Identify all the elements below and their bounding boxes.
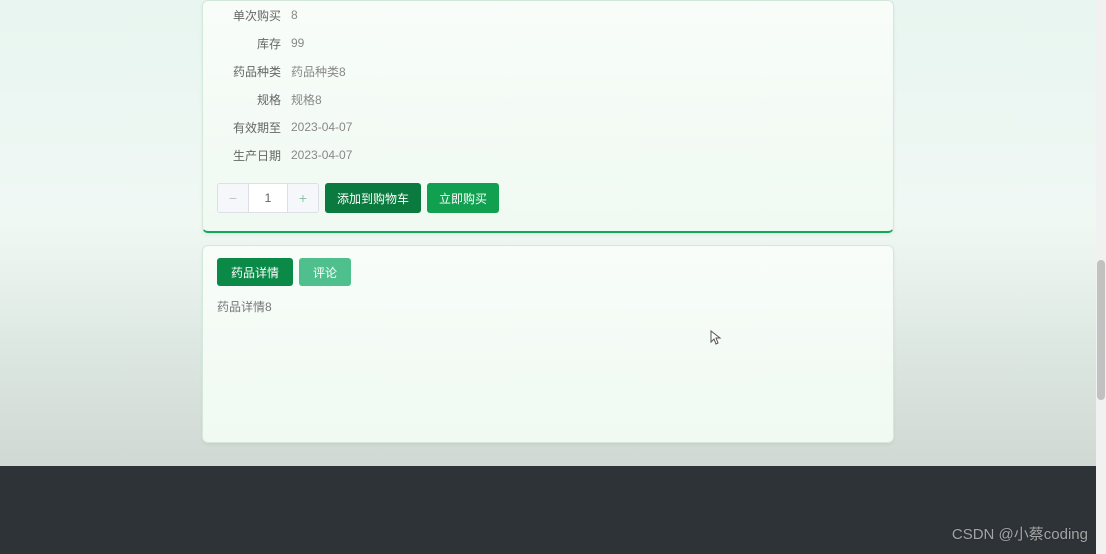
detail-label: 规格: [217, 91, 291, 108]
detail-label: 库存: [217, 35, 291, 52]
tab-detail[interactable]: 药品详情: [217, 258, 293, 286]
product-detail-card: 单次购买 8 库存 99 药品种类 药品种类8 规格 规格8 有效期至 2023…: [202, 0, 894, 233]
quantity-stepper: − +: [217, 183, 319, 213]
watermark: CSDN @小蔡coding: [952, 523, 1088, 544]
page-footer: [0, 466, 1097, 554]
tabs: 药品详情 评论: [217, 258, 879, 286]
scrollbar-track[interactable]: [1096, 0, 1106, 554]
tab-content-detail: 药品详情8: [217, 298, 879, 315]
stepper-increase-button[interactable]: +: [288, 183, 318, 213]
detail-value: 规格8: [291, 91, 879, 108]
detail-row: 规格 规格8: [217, 85, 879, 113]
scrollbar-thumb[interactable]: [1097, 260, 1105, 400]
detail-row: 单次购买 8: [217, 1, 879, 29]
tab-review[interactable]: 评论: [299, 258, 351, 286]
purchase-controls: − + 添加到购物车 立即购买: [217, 183, 879, 213]
quantity-input[interactable]: [248, 183, 288, 213]
detail-value: 2023-04-07: [291, 120, 879, 134]
detail-value: 8: [291, 8, 879, 22]
stepper-decrease-button[interactable]: −: [218, 183, 248, 213]
detail-row: 药品种类 药品种类8: [217, 57, 879, 85]
detail-value: 2023-04-07: [291, 148, 879, 162]
buy-now-button[interactable]: 立即购买: [427, 183, 499, 213]
add-to-cart-button[interactable]: 添加到购物车: [325, 183, 421, 213]
detail-label: 生产日期: [217, 147, 291, 164]
detail-label: 单次购买: [217, 7, 291, 24]
detail-row: 库存 99: [217, 29, 879, 57]
detail-label: 有效期至: [217, 119, 291, 136]
detail-label: 药品种类: [217, 63, 291, 80]
detail-row: 生产日期 2023-04-07: [217, 141, 879, 169]
minus-icon: −: [229, 190, 237, 206]
plus-icon: +: [299, 190, 307, 206]
detail-value: 99: [291, 36, 879, 50]
detail-value: 药品种类8: [291, 63, 879, 80]
detail-row: 有效期至 2023-04-07: [217, 113, 879, 141]
product-tabs-card: 药品详情 评论 药品详情8: [202, 245, 894, 443]
